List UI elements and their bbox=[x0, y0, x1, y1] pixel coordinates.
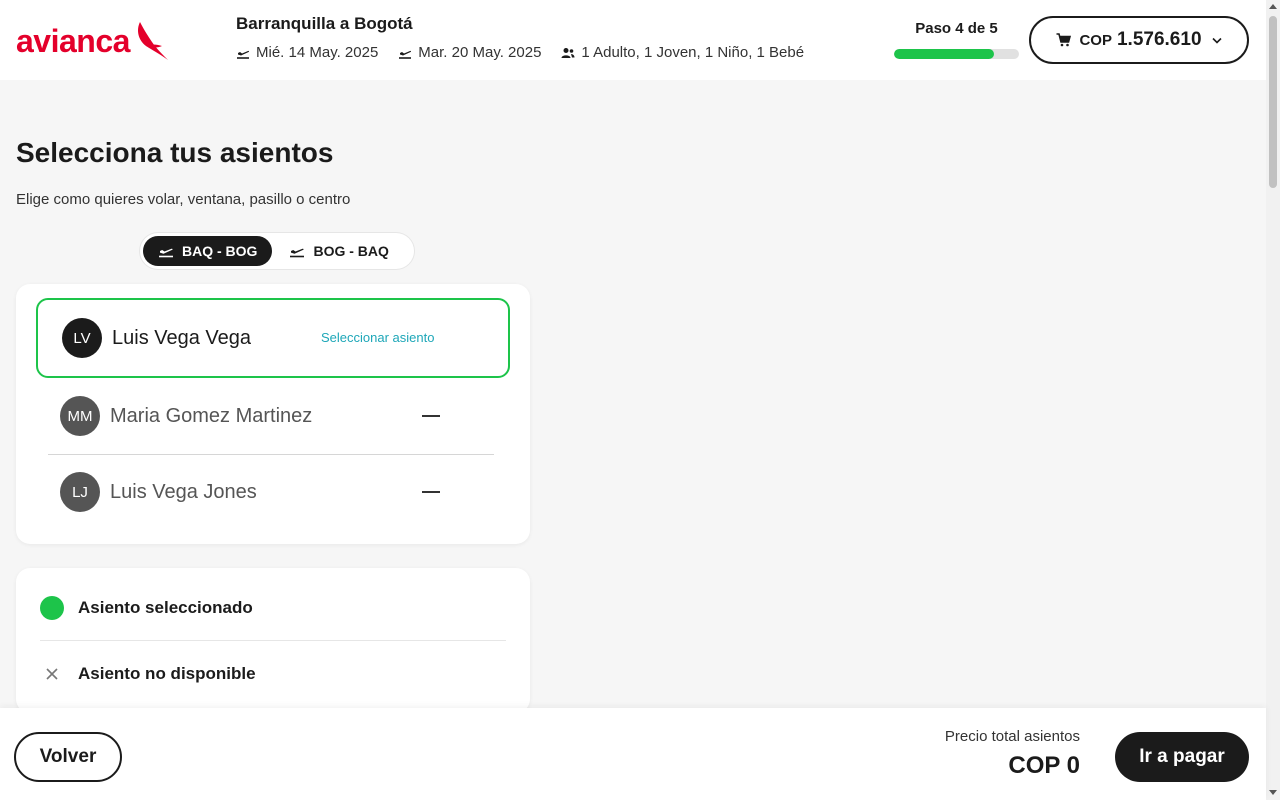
tab-route-label: BAQ - BOG bbox=[182, 243, 258, 259]
tab-route-baq-bog[interactable]: BAQ - BOG bbox=[143, 236, 273, 266]
divider bbox=[48, 454, 494, 455]
page-subtitle: Elige como quieres volar, ventana, pasil… bbox=[16, 191, 351, 208]
passenger-row[interactable]: MM Maria Gomez Martinez bbox=[60, 386, 500, 446]
top-header: avianca Barranquilla a Bogotá Mié. 14 Ma… bbox=[0, 0, 1266, 80]
tab-route-label: BOG - BAQ bbox=[313, 243, 389, 259]
go-to-pay-button[interactable]: Ir a pagar bbox=[1115, 732, 1249, 782]
no-seat-dash-icon bbox=[422, 415, 440, 417]
trip-details: Mié. 14 May. 2025 Mar. 20 May. 2025 1 Ad… bbox=[236, 44, 824, 61]
avianca-logo[interactable]: avianca bbox=[16, 20, 170, 62]
total-seats-price: COP 0 bbox=[1008, 752, 1080, 779]
cart-icon bbox=[1056, 33, 1072, 47]
avatar: MM bbox=[60, 396, 100, 436]
plane-takeoff-icon bbox=[159, 248, 173, 258]
bottom-action-bar: Volver Precio total asientos COP 0 Ir a … bbox=[0, 708, 1266, 800]
avatar: LV bbox=[62, 318, 102, 358]
departure-info: Mié. 14 May. 2025 bbox=[236, 44, 378, 61]
passenger-list-card: LV Luis Vega Vega Seleccionar asiento MM… bbox=[16, 284, 530, 544]
back-button[interactable]: Volver bbox=[14, 732, 122, 782]
passengers-summary: 1 Adulto, 1 Joven, 1 Niño, 1 Bebé bbox=[581, 44, 805, 61]
cart-total-button[interactable]: COP 1.576.610 bbox=[1029, 16, 1249, 64]
plane-takeoff-icon bbox=[399, 50, 412, 59]
passenger-name: Maria Gomez Martinez bbox=[110, 404, 313, 427]
step-progress-fill bbox=[894, 49, 994, 59]
legend-label: Asiento no disponible bbox=[78, 664, 256, 683]
green-dot-icon bbox=[40, 596, 64, 620]
tab-route-bog-baq[interactable]: BOG - BAQ bbox=[274, 236, 403, 266]
passenger-name: Luis Vega Vega bbox=[112, 326, 252, 349]
plane-takeoff-icon bbox=[237, 50, 250, 59]
trip-title: Barranquilla a Bogotá bbox=[236, 14, 413, 33]
page-scrollbar[interactable] bbox=[1266, 0, 1280, 800]
return-info: Mar. 20 May. 2025 bbox=[398, 44, 541, 61]
page-title: Selecciona tus asientos bbox=[16, 137, 334, 168]
legend-label: Asiento seleccionado bbox=[78, 598, 253, 617]
trip-summary: Barranquilla a Bogotá Mié. 14 May. 2025 … bbox=[236, 14, 824, 61]
passenger-name: Luis Vega Jones bbox=[110, 480, 257, 503]
passenger-row[interactable]: LJ Luis Vega Jones bbox=[60, 462, 500, 522]
close-icon bbox=[40, 662, 64, 686]
no-seat-dash-icon bbox=[422, 491, 440, 493]
avatar: LJ bbox=[60, 472, 100, 512]
passenger-row-selected[interactable]: LV Luis Vega Vega Seleccionar asiento bbox=[36, 298, 510, 378]
select-seat-link[interactable]: Seleccionar asiento bbox=[321, 330, 434, 345]
seat-legend-card: Asiento seleccionado Asiento no disponib… bbox=[16, 568, 530, 713]
passengers-info: 1 Adulto, 1 Joven, 1 Niño, 1 Bebé bbox=[561, 44, 804, 61]
route-toggle: BAQ - BOG BOG - BAQ bbox=[140, 233, 414, 269]
plane-takeoff-icon bbox=[290, 248, 305, 258]
scroll-thumb[interactable] bbox=[1269, 16, 1277, 188]
legend-item-selected: Asiento seleccionado bbox=[40, 596, 253, 620]
return-date: Mar. 20 May. 2025 bbox=[418, 44, 542, 61]
logo-wordmark: avianca bbox=[16, 22, 130, 59]
divider bbox=[40, 640, 506, 641]
passengers-icon bbox=[561, 47, 575, 58]
scroll-up-arrow-icon[interactable] bbox=[1269, 4, 1277, 9]
cart-amount: 1.576.610 bbox=[1116, 29, 1202, 50]
total-seats-label: Precio total asientos bbox=[944, 728, 1080, 745]
step-label: Paso 4 de 5 bbox=[915, 20, 998, 37]
step-indicator: Paso 4 de 5 bbox=[894, 20, 1019, 59]
chevron-down-icon bbox=[1211, 37, 1222, 44]
cart-currency: COP bbox=[1079, 31, 1112, 49]
avianca-bird-icon bbox=[137, 22, 168, 60]
departure-date: Mié. 14 May. 2025 bbox=[256, 44, 379, 61]
legend-item-unavailable: Asiento no disponible bbox=[40, 662, 256, 686]
step-progress-bar bbox=[894, 49, 1019, 59]
scroll-down-arrow-icon[interactable] bbox=[1269, 790, 1277, 795]
